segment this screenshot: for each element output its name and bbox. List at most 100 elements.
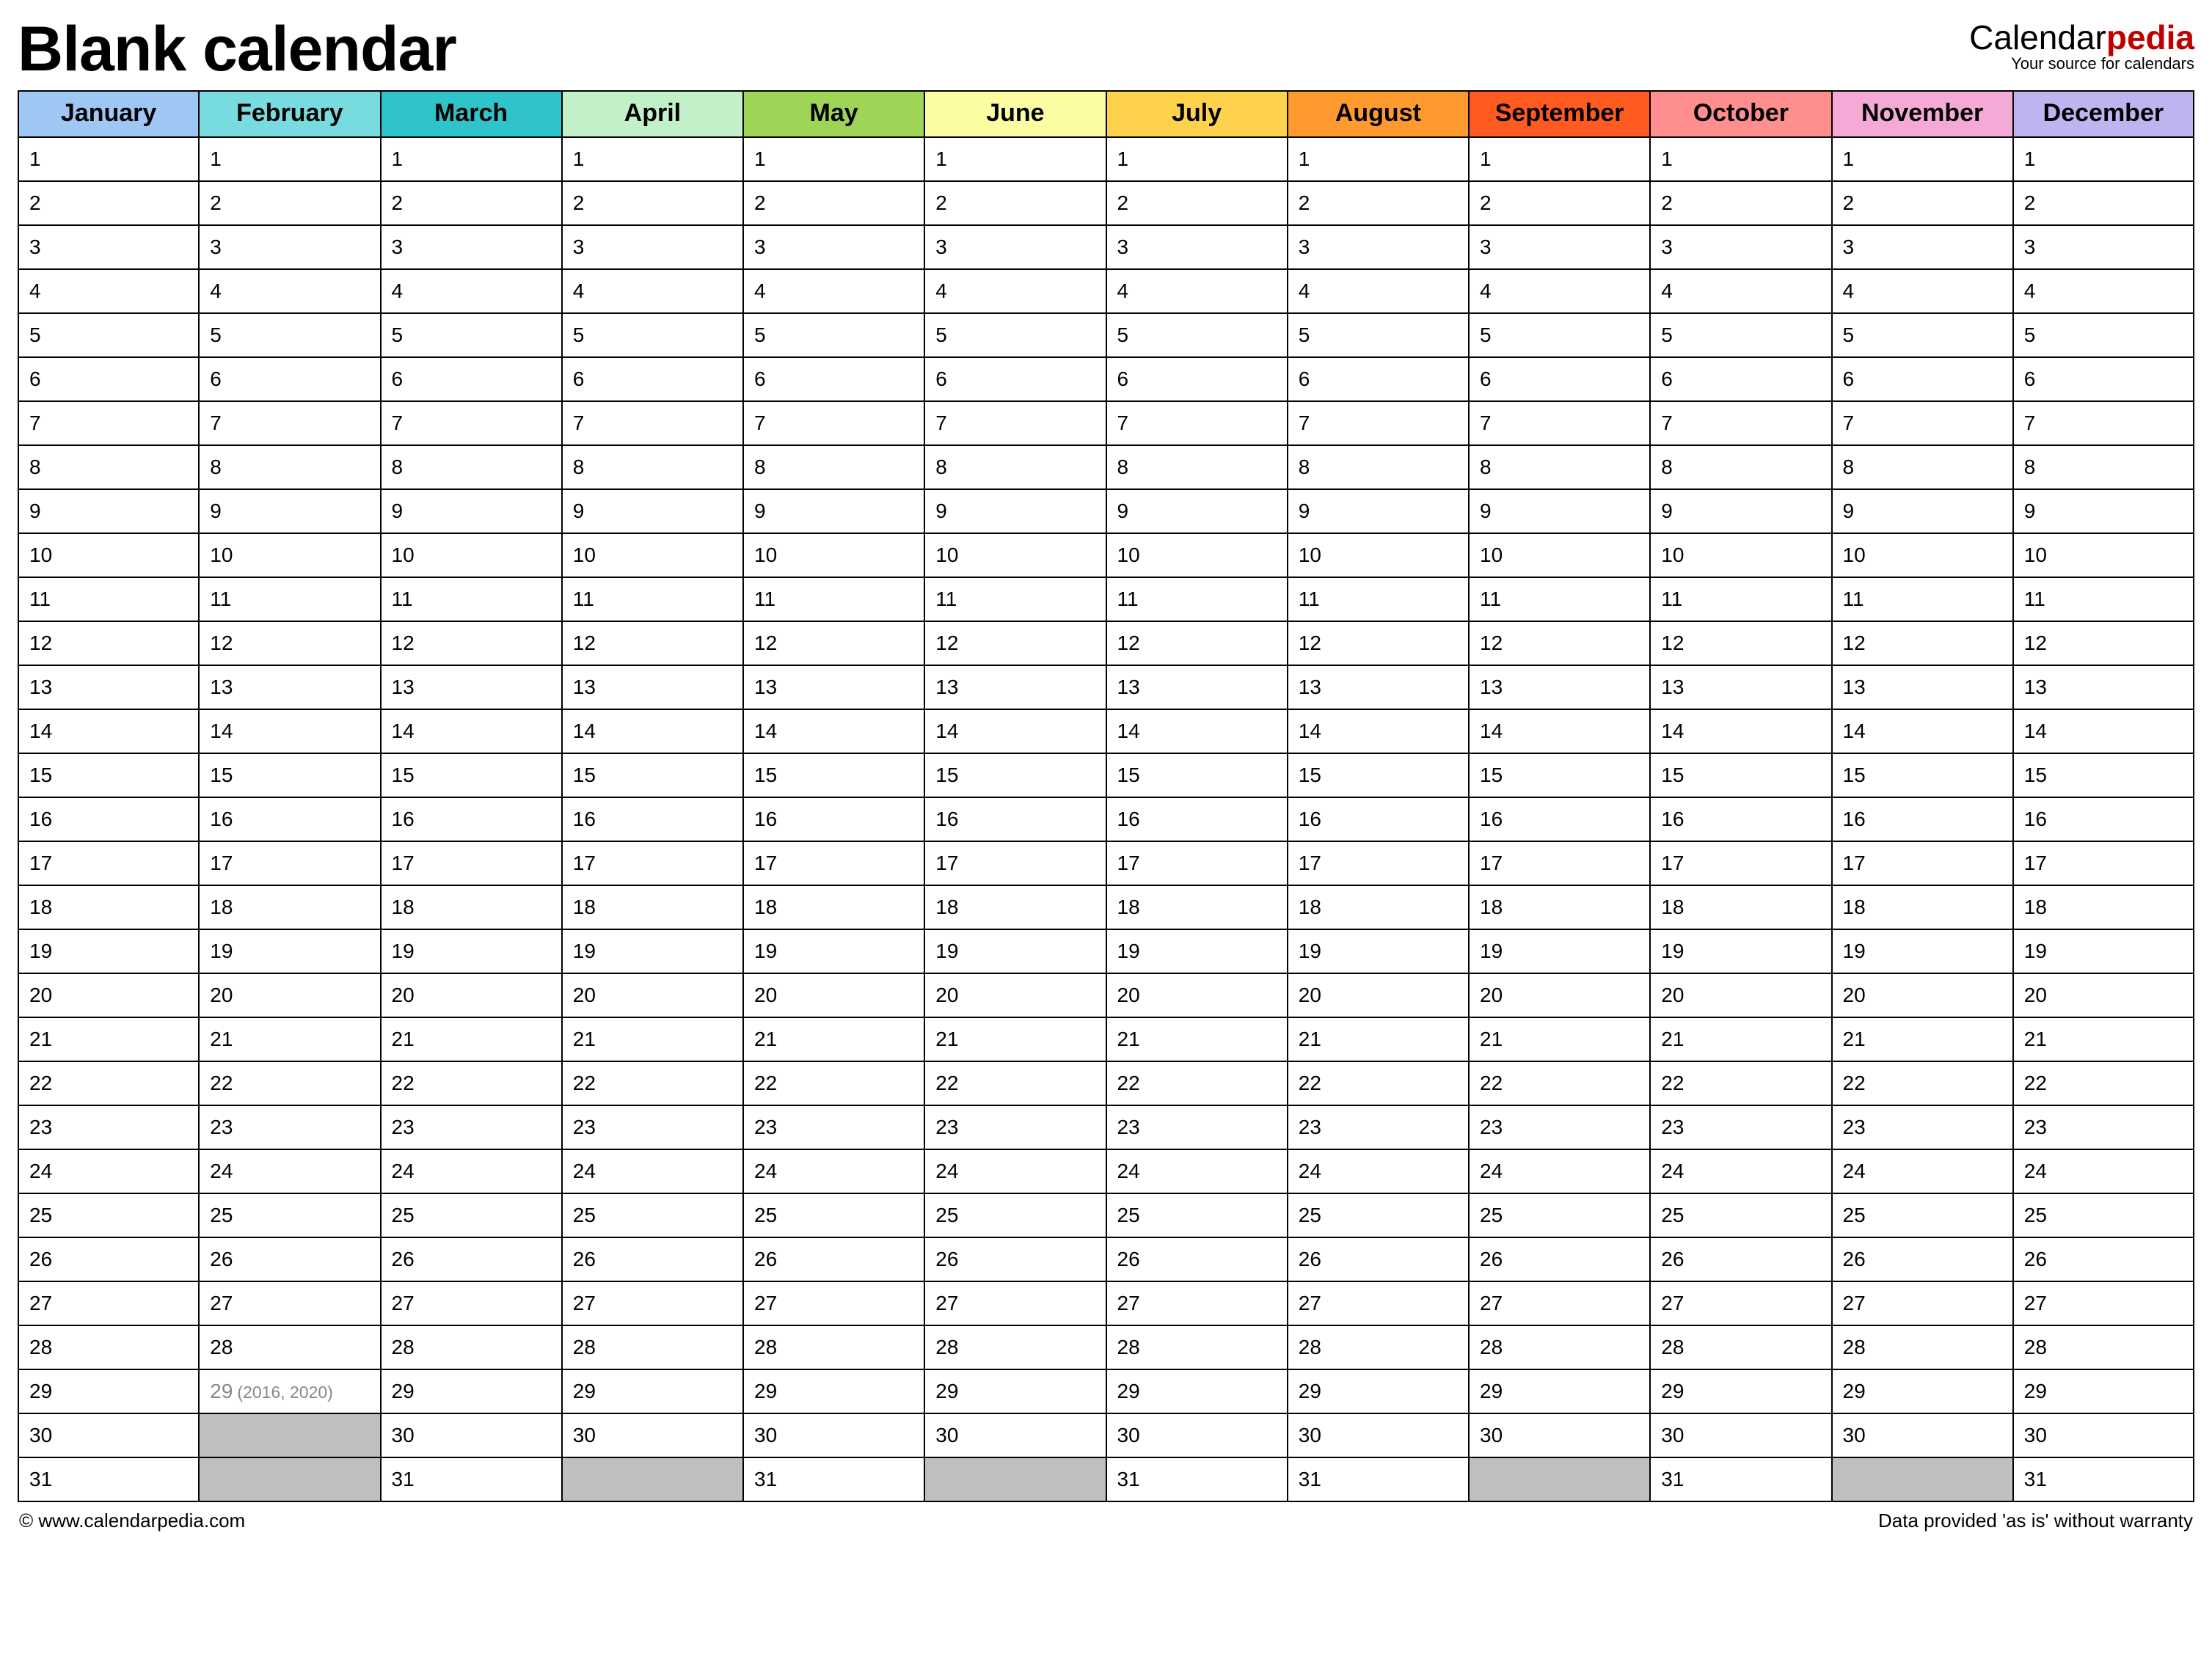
day-cell: 21: [199, 1018, 380, 1062]
day-cell: 16: [743, 798, 924, 842]
day-cell: 10: [2013, 534, 2194, 578]
day-cell: 8: [2013, 446, 2194, 490]
day-cell: 4: [1832, 270, 2013, 314]
day-cell: 18: [18, 886, 199, 930]
blank-cell: [924, 1458, 1106, 1502]
day-cell: 2: [1650, 182, 1831, 226]
day-cell: 19: [381, 930, 562, 974]
day-cell: 9: [1469, 490, 1650, 534]
day-cell: 27: [1832, 1282, 2013, 1326]
day-cell: 28: [562, 1326, 743, 1370]
day-cell: 11: [199, 578, 380, 622]
day-cell: 30: [1106, 1414, 1288, 1458]
day-cell: 10: [1288, 534, 1469, 578]
day-cell: 1: [562, 138, 743, 182]
day-cell: 3: [199, 226, 380, 270]
day-cell: 13: [18, 666, 199, 710]
day-cell: 31: [1106, 1458, 1288, 1502]
day-cell: 28: [1106, 1326, 1288, 1370]
day-cell: 28: [2013, 1326, 2194, 1370]
day-cell: 14: [743, 710, 924, 754]
day-cell: 23: [1650, 1106, 1831, 1150]
brand-accent: pedia: [2106, 18, 2194, 56]
day-cell: 8: [1650, 446, 1831, 490]
day-cell: 23: [199, 1106, 380, 1150]
day-cell: 19: [199, 930, 380, 974]
day-cell: 23: [1469, 1106, 1650, 1150]
day-cell: 23: [562, 1106, 743, 1150]
day-cell: 1: [1832, 138, 2013, 182]
leap-day-number: 29: [210, 1380, 233, 1402]
day-row: 242424242424242424242424: [18, 1150, 2194, 1194]
day-cell: 6: [1288, 358, 1469, 402]
day-cell: 21: [1288, 1018, 1469, 1062]
day-cell: 30: [562, 1414, 743, 1458]
day-cell: 25: [1469, 1194, 1650, 1238]
day-cell: 27: [1650, 1282, 1831, 1326]
day-cell: 30: [381, 1414, 562, 1458]
day-cell: 31: [743, 1458, 924, 1502]
day-row: 999999999999: [18, 490, 2194, 534]
day-cell: 11: [18, 578, 199, 622]
day-cell: 21: [18, 1018, 199, 1062]
day-cell: 14: [1832, 710, 2013, 754]
month-header: May: [743, 90, 924, 138]
day-cell: 2: [1469, 182, 1650, 226]
day-row: 121212121212121212121212: [18, 622, 2194, 666]
day-cell: 29: [562, 1370, 743, 1414]
day-row: 161616161616161616161616: [18, 798, 2194, 842]
day-row: 31313131313131: [18, 1458, 2194, 1502]
day-cell: 29: [2013, 1370, 2194, 1414]
day-cell: 4: [743, 270, 924, 314]
day-cell: 25: [1650, 1194, 1831, 1238]
day-row: 101010101010101010101010: [18, 534, 2194, 578]
day-cell: 26: [1106, 1238, 1288, 1282]
day-cell: 13: [1106, 666, 1288, 710]
day-cell: 2: [18, 182, 199, 226]
day-cell: 22: [18, 1062, 199, 1106]
day-cell: 29: [743, 1370, 924, 1414]
day-cell: 7: [924, 402, 1106, 446]
day-cell: 23: [1832, 1106, 2013, 1150]
day-cell: 2: [743, 182, 924, 226]
day-cell: 15: [743, 754, 924, 798]
day-cell: 3: [1469, 226, 1650, 270]
day-cell: 31: [381, 1458, 562, 1502]
day-cell: 1: [2013, 138, 2194, 182]
day-cell: 5: [924, 314, 1106, 358]
day-cell: 27: [1288, 1282, 1469, 1326]
day-cell: 5: [381, 314, 562, 358]
day-cell: 14: [1650, 710, 1831, 754]
blank-cell: [199, 1414, 380, 1458]
day-cell: 26: [199, 1238, 380, 1282]
month-header: March: [381, 90, 562, 138]
day-cell: 5: [2013, 314, 2194, 358]
day-cell: 16: [1288, 798, 1469, 842]
day-cell: 11: [743, 578, 924, 622]
day-cell: 12: [924, 622, 1106, 666]
day-cell: 22: [381, 1062, 562, 1106]
day-cell: 7: [562, 402, 743, 446]
day-cell: 13: [924, 666, 1106, 710]
day-cell: 27: [381, 1282, 562, 1326]
day-cell: 9: [1106, 490, 1288, 534]
day-cell: 26: [2013, 1238, 2194, 1282]
day-cell: 27: [1469, 1282, 1650, 1326]
day-cell: 25: [2013, 1194, 2194, 1238]
day-cell: 2: [1288, 182, 1469, 226]
day-cell: 12: [1106, 622, 1288, 666]
day-row: 141414141414141414141414: [18, 710, 2194, 754]
day-cell: 28: [1469, 1326, 1650, 1370]
day-cell: 13: [381, 666, 562, 710]
day-cell: 16: [199, 798, 380, 842]
day-cell: 25: [1832, 1194, 2013, 1238]
day-cell: 4: [1288, 270, 1469, 314]
day-cell: 28: [381, 1326, 562, 1370]
day-cell: 25: [18, 1194, 199, 1238]
day-cell: 30: [1650, 1414, 1831, 1458]
day-cell: 30: [924, 1414, 1106, 1458]
day-cell: 19: [1832, 930, 2013, 974]
day-cell: 28: [199, 1326, 380, 1370]
day-cell: 21: [381, 1018, 562, 1062]
day-cell: 11: [1106, 578, 1288, 622]
